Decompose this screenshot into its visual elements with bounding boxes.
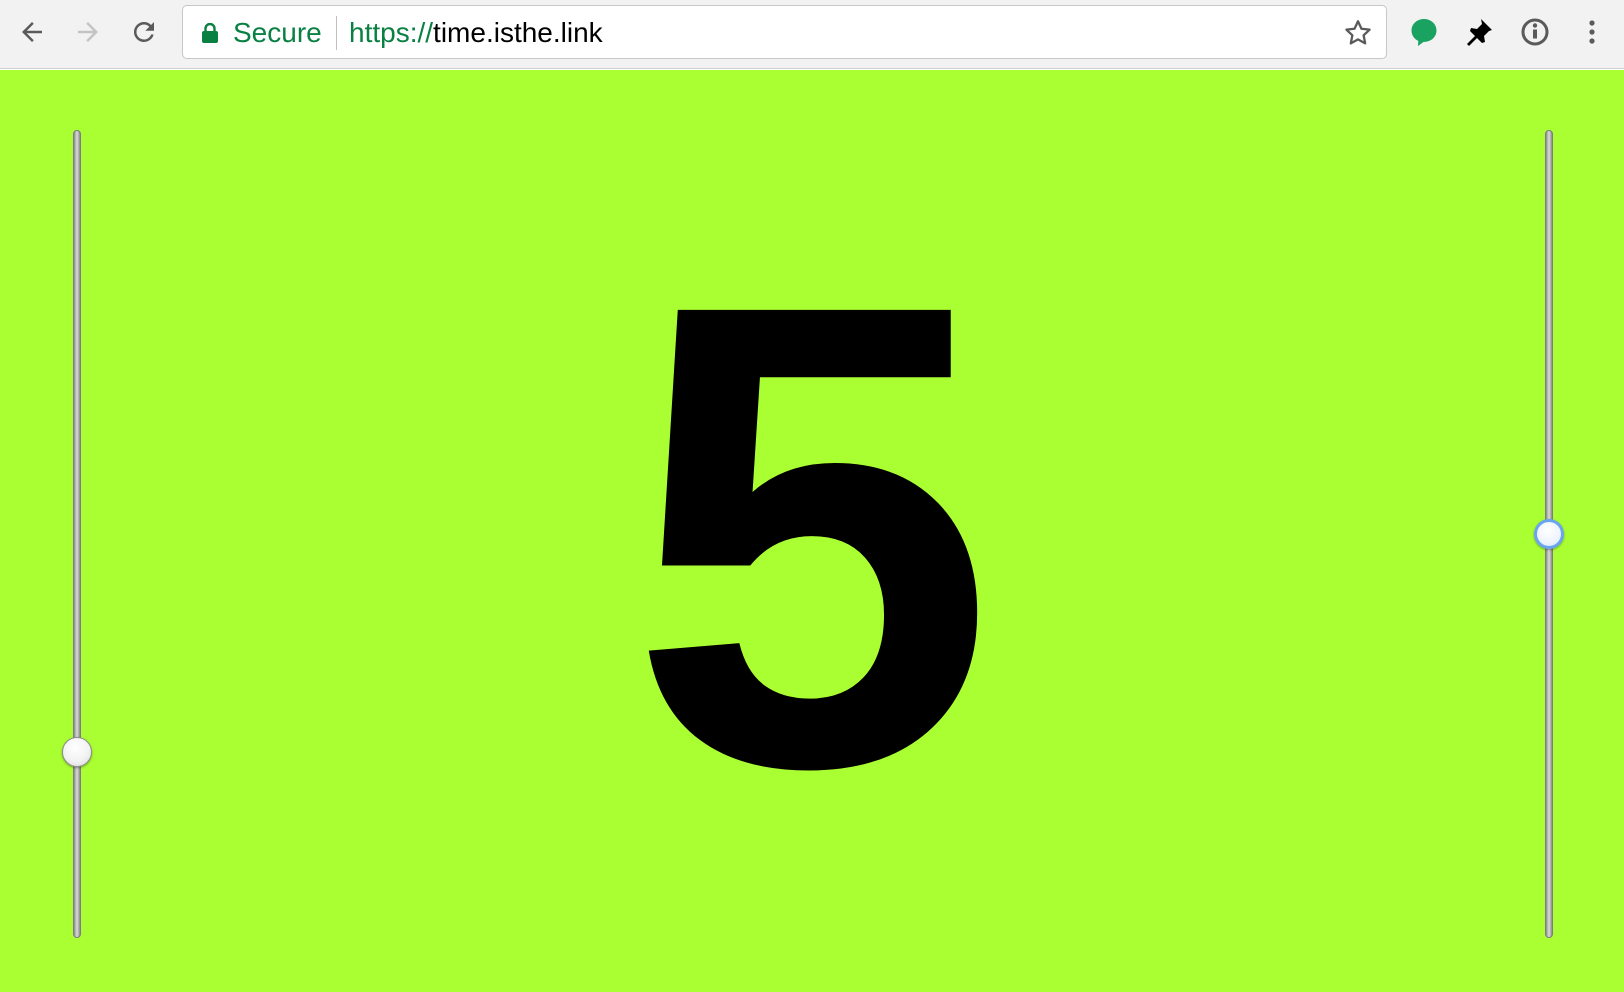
extension-info-button[interactable] — [1517, 14, 1553, 50]
vertical-dots-icon — [1589, 20, 1595, 44]
reload-icon — [133, 21, 154, 42]
browser-toolbar: Secure https://time.isthe.link — [0, 0, 1624, 69]
back-arrow-icon — [22, 22, 42, 42]
lock-icon — [202, 23, 218, 43]
back-button[interactable] — [12, 12, 52, 52]
info-circle-icon — [1521, 18, 1549, 46]
right-vertical-slider[interactable] — [1534, 130, 1564, 938]
omnibox-separator — [336, 16, 337, 50]
pushpin-icon — [1467, 19, 1492, 46]
speech-bubble-icon — [1411, 19, 1437, 46]
reload-button[interactable] — [124, 12, 164, 52]
page-content: 5 — [0, 70, 1624, 992]
security-label: Secure — [233, 17, 322, 48]
countdown-digit: 5 — [628, 167, 996, 904]
extension-pin-button[interactable] — [1461, 14, 1497, 50]
star-icon[interactable] — [1342, 17, 1374, 49]
extension-bubble-button[interactable] — [1406, 14, 1442, 50]
browser-menu-button[interactable] — [1574, 14, 1610, 50]
forward-arrow-icon — [78, 22, 98, 42]
forward-button[interactable] — [68, 12, 108, 52]
url-host: time.isthe.link — [433, 17, 603, 48]
slider-thumb-focused[interactable] — [1534, 519, 1564, 549]
url-scheme: https:// — [349, 17, 434, 48]
address-bar[interactable]: Secure https://time.isthe.link — [182, 5, 1387, 59]
url-text: https://time.isthe.link — [349, 18, 603, 48]
